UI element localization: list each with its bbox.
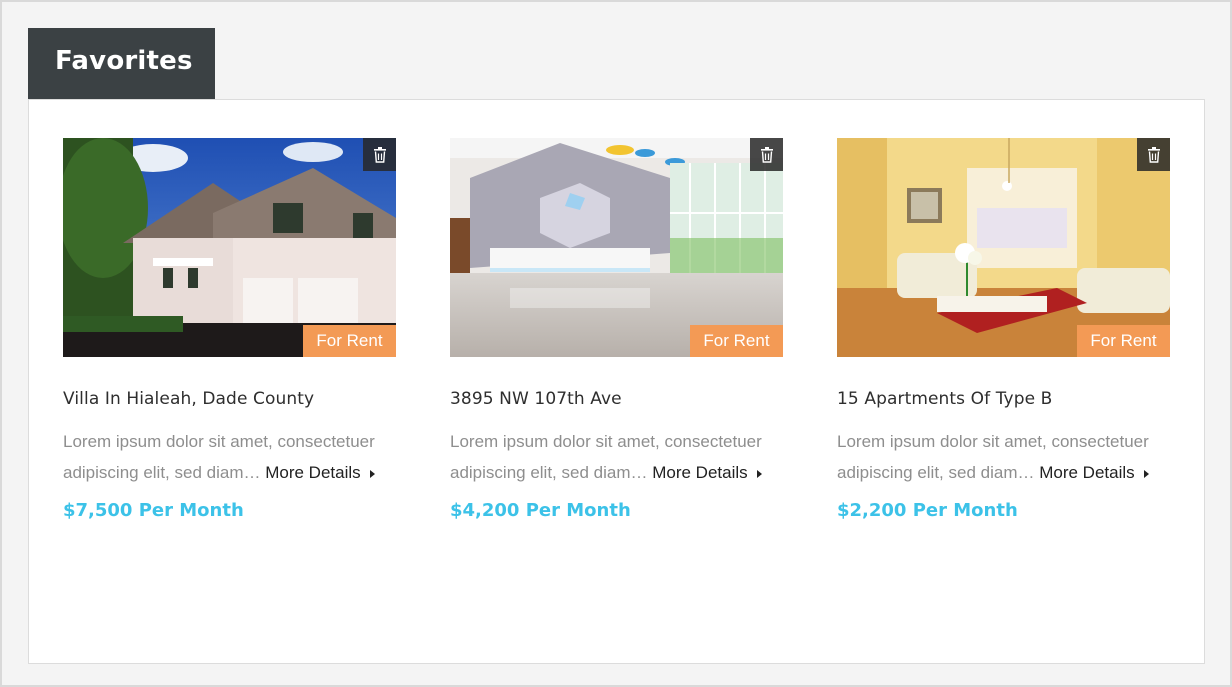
listing-description: Lorem ipsum dolor sit amet, consectetuer…	[837, 426, 1170, 488]
trash-icon	[1147, 146, 1160, 163]
listing-price: $2,200 Per Month	[837, 500, 1018, 521]
more-details-link[interactable]: More Details	[1039, 463, 1149, 482]
trash-icon	[760, 146, 773, 163]
status-badge: For Rent	[690, 325, 783, 357]
remove-favorite-button[interactable]	[1137, 138, 1170, 171]
listing-card: For Rent Villa In Hialeah, Dade County L…	[63, 138, 396, 521]
listing-title[interactable]: 3895 NW 107th Ave	[450, 389, 783, 409]
page-frame: Favorites For Rent Villa In Hialeah, Dad…	[0, 0, 1232, 687]
listing-photo[interactable]: For Rent	[837, 138, 1170, 357]
caret-right-icon	[1143, 469, 1149, 478]
status-badge: For Rent	[303, 325, 396, 357]
more-details-link[interactable]: More Details	[265, 463, 375, 482]
more-details-link[interactable]: More Details	[652, 463, 762, 482]
favorites-panel: For Rent Villa In Hialeah, Dade County L…	[28, 99, 1205, 664]
trash-icon	[373, 146, 386, 163]
listing-title[interactable]: Villa In Hialeah, Dade County	[63, 389, 396, 409]
caret-right-icon	[369, 469, 375, 478]
listing-description: Lorem ipsum dolor sit amet, consectetuer…	[450, 426, 783, 488]
more-details-label: More Details	[652, 463, 748, 482]
more-details-label: More Details	[265, 463, 361, 482]
listing-price: $7,500 Per Month	[63, 500, 244, 521]
listing-photo[interactable]: For Rent	[63, 138, 396, 357]
status-badge: For Rent	[1077, 325, 1170, 357]
more-details-label: More Details	[1039, 463, 1135, 482]
page-title: Favorites	[28, 28, 215, 100]
caret-right-icon	[756, 469, 762, 478]
remove-favorite-button[interactable]	[363, 138, 396, 171]
listing-photo[interactable]: For Rent	[450, 138, 783, 357]
listing-description: Lorem ipsum dolor sit amet, consectetuer…	[63, 426, 396, 488]
listing-card: For Rent 15 Apartments Of Type B Lorem i…	[837, 138, 1170, 521]
listing-title[interactable]: 15 Apartments Of Type B	[837, 389, 1170, 409]
remove-favorite-button[interactable]	[750, 138, 783, 171]
listing-price: $4,200 Per Month	[450, 500, 631, 521]
listing-card: For Rent 3895 NW 107th Ave Lorem ipsum d…	[450, 138, 783, 521]
